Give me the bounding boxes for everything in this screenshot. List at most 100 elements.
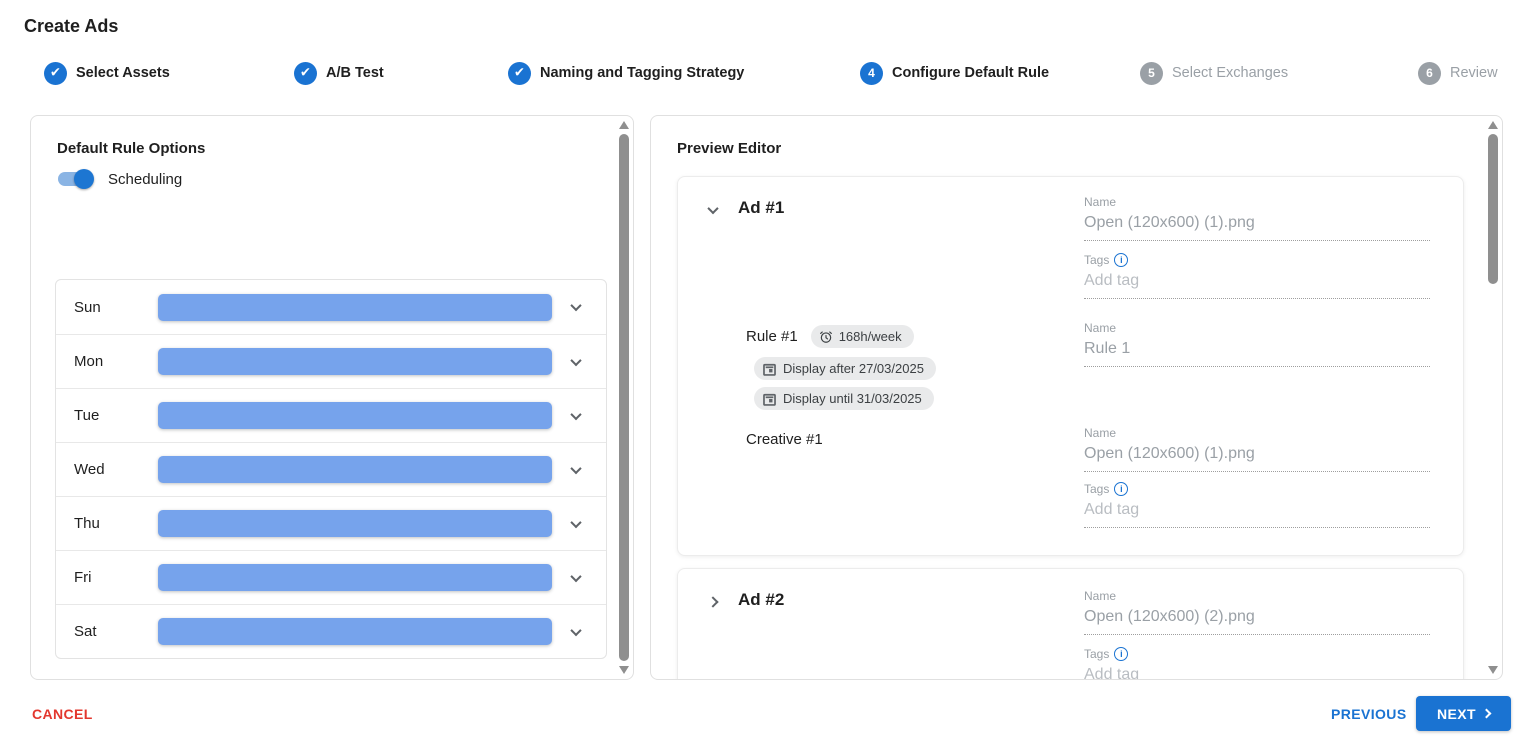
right-panel-scrollbar[interactable] [1486,119,1500,676]
day-expand-button[interactable] [564,458,588,482]
day-expand-button[interactable] [564,350,588,374]
ad2-tags-placeholder: Add tag [1084,666,1430,680]
scroll-up-icon[interactable] [619,121,629,129]
day-row-sat: Sat [56,604,606,658]
scheduling-toggle[interactable] [57,169,94,189]
day-hours-bar[interactable] [158,402,552,429]
day-row-sun: Sun [56,280,606,334]
step-label: Configure Default Rule [892,65,1049,81]
ad1-name-value: Open (120x600) (1).png [1084,214,1430,241]
day-label: Sun [74,299,158,316]
ad2-expand-button[interactable] [702,591,724,613]
day-hours-bar[interactable] [158,618,552,645]
hours-per-week-chip: 168h/week [811,325,914,348]
ad-title: Ad #2 [738,590,784,610]
step-label: Review [1450,65,1498,81]
name-label: Name [1084,321,1430,335]
step-label: Select Assets [76,65,170,81]
day-row-thu: Thu [56,496,606,550]
next-button[interactable]: NEXT [1416,696,1511,731]
step-configure-default-rule[interactable]: 4 Configure Default Rule [860,61,1049,85]
ad2-tags-field: Tags Add tag [1084,647,1430,680]
scroll-down-icon[interactable] [1488,666,1498,674]
chevron-down-icon [570,300,581,311]
chevron-down-icon [570,354,581,365]
creative-name-field: Name Open (120x600) (1).png [1084,426,1430,472]
step-ab-test[interactable]: ✔ A/B Test [294,61,384,85]
tags-label: Tags [1084,647,1109,661]
scrollbar-thumb[interactable] [619,134,629,661]
scheduling-toggle-label: Scheduling [108,171,182,188]
day-label: Fri [74,569,158,586]
alarm-clock-icon [819,330,833,344]
ad1-tags-field: Tags Add tag [1084,253,1430,299]
name-label: Name [1084,426,1430,440]
day-hours-bar[interactable] [158,564,552,591]
display-after-chip-label: Display after 27/03/2025 [783,361,924,376]
day-label: Thu [74,515,158,532]
ad2-name-field: Name Open (120x600) (2).png [1084,589,1430,635]
step-number-badge: 6 [1418,62,1441,85]
day-hours-bar[interactable] [158,456,552,483]
day-expand-button[interactable] [564,512,588,536]
ad-card-2: Ad #2 Name Open (120x600) (2).png Tags A… [677,568,1464,680]
info-icon[interactable] [1114,482,1128,496]
day-expand-button[interactable] [564,620,588,644]
day-hours-bar[interactable] [158,294,552,321]
day-row-fri: Fri [56,550,606,604]
preview-editor-panel: Preview Editor Ad #1 Name Open (120x600)… [650,115,1503,680]
chevron-down-icon [570,462,581,473]
display-after-chip: Display after 27/03/2025 [754,357,936,380]
step-naming-tagging[interactable]: ✔ Naming and Tagging Strategy [508,61,744,85]
day-expand-button[interactable] [564,295,588,319]
page-title: Create Ads [24,16,118,37]
day-row-tue: Tue [56,388,606,442]
day-hours-bar[interactable] [158,510,552,537]
day-hours-bar[interactable] [158,348,552,375]
left-panel-scrollbar[interactable] [617,119,631,676]
step-review[interactable]: 6 Review [1418,61,1498,85]
ad1-name-field: Name Open (120x600) (1).png [1084,195,1430,241]
chevron-right-icon [707,596,718,607]
step-label: Select Exchanges [1172,65,1288,81]
day-label: Tue [74,407,158,424]
step-select-exchanges[interactable]: 5 Select Exchanges [1140,61,1288,85]
scrollbar-thumb[interactable] [1488,134,1498,284]
creative-title: Creative #1 [746,431,823,448]
day-row-wed: Wed [56,442,606,496]
ad1-tags-placeholder: Add tag [1084,272,1430,299]
cancel-button[interactable]: CANCEL [32,706,93,722]
chevron-down-icon [707,203,718,214]
info-icon[interactable] [1114,253,1128,267]
chevron-down-icon [570,570,581,581]
step-label: Naming and Tagging Strategy [540,65,744,81]
previous-button[interactable]: PREVIOUS [1331,706,1407,722]
step-completed-check-icon: ✔ [294,62,317,85]
info-icon[interactable] [1114,647,1128,661]
step-number-badge: 4 [860,62,883,85]
chevron-down-icon [570,516,581,527]
creative-tags-placeholder: Add tag [1084,501,1430,528]
panel-title: Preview Editor [677,140,781,157]
ad1-collapse-button[interactable] [702,199,724,221]
step-select-assets[interactable]: ✔ Select Assets [44,61,170,85]
day-label: Sat [74,623,158,640]
chevron-right-icon [1482,709,1492,719]
calendar-icon [763,362,776,376]
day-expand-button[interactable] [564,566,588,590]
day-expand-button[interactable] [564,404,588,428]
day-label: Wed [74,461,158,478]
toggle-thumb [74,169,94,189]
panel-title: Default Rule Options [57,140,205,157]
name-label: Name [1084,589,1430,603]
creative-name-value: Open (120x600) (1).png [1084,445,1430,472]
chevron-down-icon [570,624,581,635]
step-label: A/B Test [326,65,384,81]
rule-title: Rule #1 [746,328,798,345]
hours-chip-label: 168h/week [839,329,902,344]
rule-name-field: Name Rule 1 [1084,321,1430,367]
scroll-up-icon[interactable] [1488,121,1498,129]
next-button-label: NEXT [1437,706,1476,722]
scroll-down-icon[interactable] [619,666,629,674]
step-number-badge: 5 [1140,62,1163,85]
